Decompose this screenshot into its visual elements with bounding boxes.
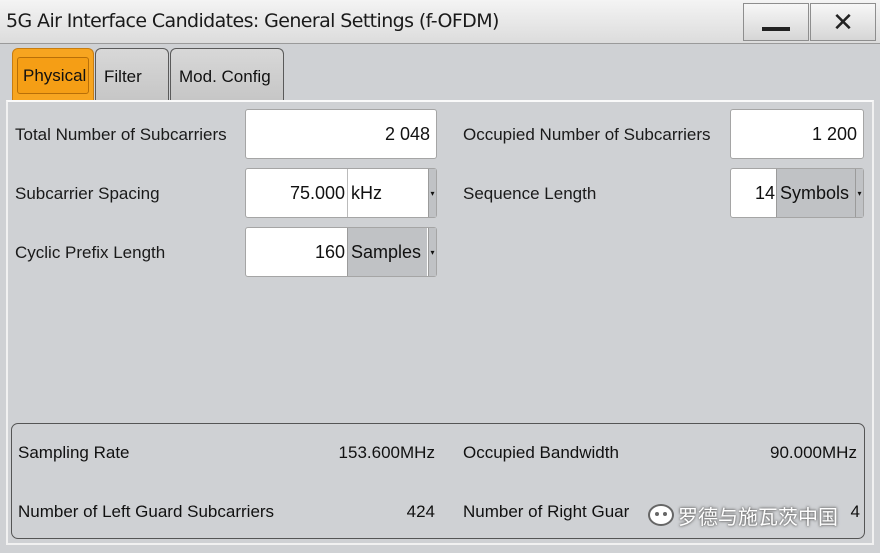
occupied-subcarriers-label: Occupied Number of Subcarriers <box>463 125 711 144</box>
watermark: 罗德与施瓦茨中国 <box>648 500 858 530</box>
title-bar: 5G Air Interface Candidates: General Set… <box>0 0 880 44</box>
cyclic-prefix-value: 160 <box>314 242 345 262</box>
sampling-rate-unit: MHz <box>400 443 435 462</box>
left-guard-label: Number of Left Guard Subcarriers <box>18 502 275 521</box>
close-button[interactable]: ✕ <box>810 3 876 41</box>
occupied-bandwidth-unit: MHz <box>822 443 857 462</box>
sequence-length-label: Sequence Length <box>463 184 597 203</box>
subcarrier-spacing-unit[interactable]: kHz <box>347 169 427 217</box>
tab-label: Mod. Config <box>179 67 271 86</box>
right-guard-label: Number of Right Guar <box>463 502 630 521</box>
minimize-icon <box>762 27 790 31</box>
total-subcarriers-label: Total Number of Subcarriers <box>15 125 227 144</box>
left-guard-value: 424 <box>406 502 435 521</box>
occupied-subcarriers-input[interactable]: 1 200 <box>730 109 864 159</box>
window-title: 5G Air Interface Candidates: General Set… <box>6 10 499 32</box>
dropdown-arrow-icon[interactable]: ▾ <box>428 228 436 276</box>
tab-physical[interactable]: Physical <box>12 48 94 100</box>
total-subcarriers-input[interactable]: 2 048 <box>245 109 437 159</box>
tab-filter[interactable]: Filter <box>95 48 169 100</box>
close-icon: ✕ <box>832 6 854 37</box>
tab-mod-config[interactable]: Mod. Config <box>170 48 284 100</box>
sequence-length-value: 14 <box>754 183 775 203</box>
tab-label: Physical <box>23 65 87 85</box>
dropdown-arrow-icon[interactable]: ▾ <box>428 169 436 217</box>
occupied-bandwidth-label: Occupied Bandwidth <box>463 443 619 462</box>
subcarrier-spacing-input[interactable]: 75.000 kHz ▾ <box>245 168 437 218</box>
sampling-rate-value: 153.600 <box>338 443 400 462</box>
cyclic-prefix-label: Cyclic Prefix Length <box>15 243 166 262</box>
wechat-icon <box>648 504 674 526</box>
occupied-subcarriers-value: 1 200 <box>811 124 857 144</box>
subcarrier-spacing-label: Subcarrier Spacing <box>15 184 160 203</box>
total-subcarriers-value: 2 048 <box>384 124 430 144</box>
watermark-text: 罗德与施瓦茨中国 <box>678 506 838 529</box>
tab-label: Filter <box>104 67 142 86</box>
cyclic-prefix-unit[interactable]: Samples <box>347 228 427 276</box>
sequence-length-input[interactable]: 14 Symbols ▾ <box>730 168 864 218</box>
sampling-rate-label: Sampling Rate <box>18 443 130 462</box>
dropdown-arrow-icon[interactable]: ▾ <box>855 169 863 217</box>
minimize-button[interactable] <box>743 3 809 41</box>
subcarrier-spacing-value: 75.000 <box>289 183 345 203</box>
sequence-length-unit[interactable]: Symbols <box>776 169 856 217</box>
cyclic-prefix-input[interactable]: 160 Samples ▾ <box>245 227 437 277</box>
occupied-bandwidth-value: 90.000 <box>770 443 822 462</box>
